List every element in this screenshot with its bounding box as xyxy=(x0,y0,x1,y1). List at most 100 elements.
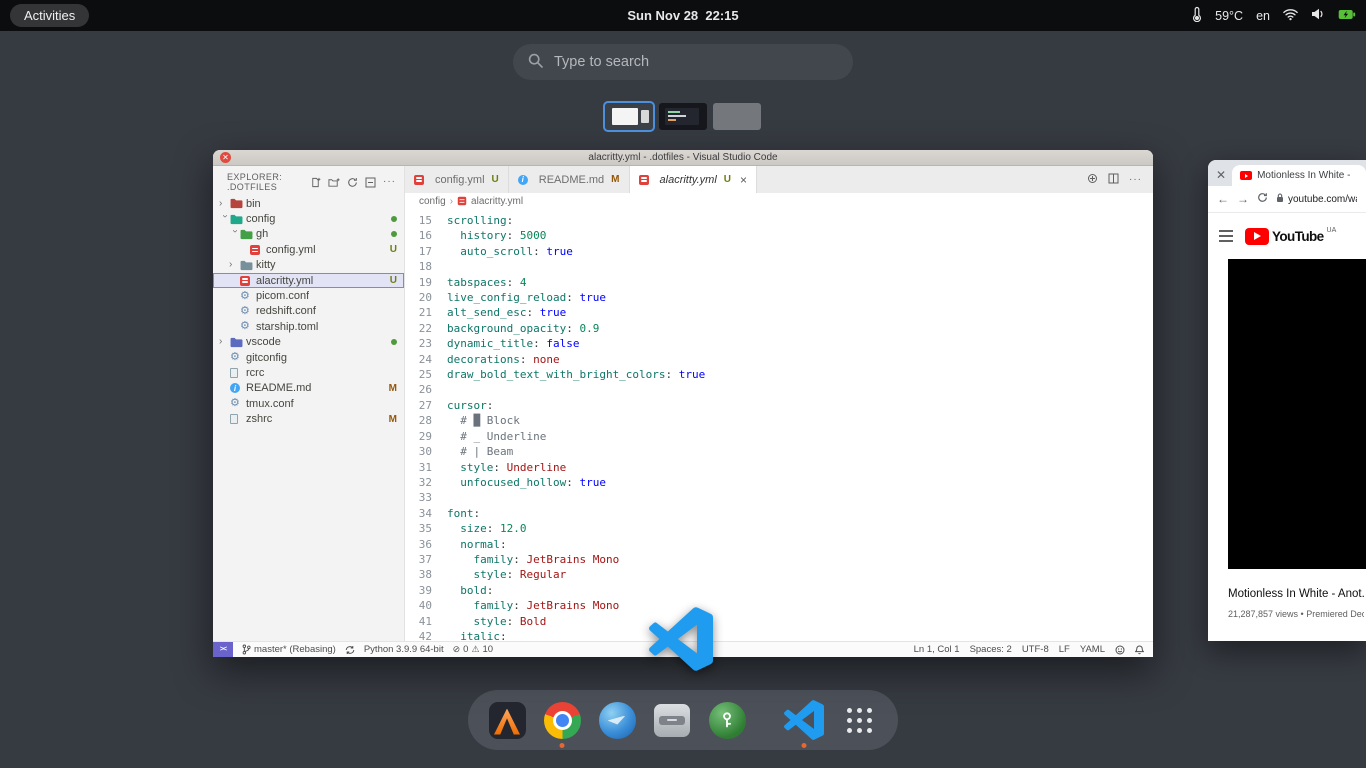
code-line[interactable]: 26 xyxy=(405,382,1153,397)
code-line[interactable]: 24decorations: none xyxy=(405,352,1153,367)
code-line[interactable]: 20live_config_reload: true xyxy=(405,290,1153,305)
new-file-icon[interactable] xyxy=(310,177,321,188)
reload-icon[interactable] xyxy=(1257,192,1268,206)
volume-icon[interactable] xyxy=(1311,8,1325,23)
address-bar[interactable]: youtube.com/wa... xyxy=(1276,193,1357,206)
code-line[interactable]: 25draw_bold_text_with_bright_colors: tru… xyxy=(405,367,1153,382)
tree-item-config.yml[interactable]: config.ymlU xyxy=(213,242,404,257)
breadcrumb[interactable]: config › alacritty.yml xyxy=(405,193,1153,209)
tree-item-kitty[interactable]: ›kitty xyxy=(213,258,404,273)
code-line[interactable]: 15scrolling: xyxy=(405,213,1153,228)
git-branch-status[interactable]: master* (Rebasing) xyxy=(242,644,336,655)
chrome-active-tab[interactable]: Motionless In White - xyxy=(1232,165,1366,186)
code-line[interactable]: 39 bold: xyxy=(405,583,1153,598)
code-line[interactable]: 27cursor: xyxy=(405,398,1153,413)
clock[interactable]: Sun Nov 28 22:15 xyxy=(627,8,738,23)
tab-alacritty.yml[interactable]: alacritty.ymlU× xyxy=(630,166,758,193)
new-folder-icon[interactable] xyxy=(328,177,340,188)
tree-item-rcrc[interactable]: rcrc xyxy=(213,365,404,380)
notifications-bell-icon[interactable] xyxy=(1135,645,1144,655)
tree-item-tmux.conf[interactable]: ⚙tmux.conf xyxy=(213,396,404,411)
feedback-smiley-icon[interactable] xyxy=(1115,645,1125,655)
vscode-window[interactable]: ✕ alacritty.yml - .dotfiles - Visual Stu… xyxy=(213,150,1153,657)
code-line[interactable]: 36 normal: xyxy=(405,537,1153,552)
code-line[interactable]: 22background_opacity: 0.9 xyxy=(405,321,1153,336)
tab-README.md[interactable]: iREADME.mdM xyxy=(509,166,630,193)
close-icon[interactable]: × xyxy=(740,174,747,186)
cursor-position-status[interactable]: Ln 1, Col 1 xyxy=(914,644,960,655)
editor-more-actions-icon[interactable]: ··· xyxy=(1129,177,1142,183)
menu-hamburger-icon[interactable] xyxy=(1219,230,1233,241)
tree-item-bin[interactable]: ›bin xyxy=(213,196,404,211)
breadcrumb-folder[interactable]: config xyxy=(419,196,446,207)
forward-icon[interactable]: → xyxy=(1237,192,1249,206)
refresh-icon[interactable] xyxy=(347,177,358,188)
tree-item-README.md[interactable]: iREADME.mdM xyxy=(213,381,404,396)
code-line[interactable]: 38 style: Regular xyxy=(405,567,1153,582)
tree-item-zshrc[interactable]: zshrcM xyxy=(213,411,404,426)
battery-charging-icon[interactable] xyxy=(1338,9,1356,23)
code-line[interactable]: 23dynamic_title: false xyxy=(405,336,1153,351)
indentation-status[interactable]: Spaces: 2 xyxy=(970,644,1012,655)
search-bar[interactable]: Type to search xyxy=(513,44,853,80)
code-area[interactable]: 15scrolling:16 history: 500017 auto_scro… xyxy=(405,209,1153,641)
code-line[interactable]: 30 # | Beam xyxy=(405,444,1153,459)
language-mode-status[interactable]: YAML xyxy=(1080,644,1105,655)
blue-round-app-icon[interactable] xyxy=(596,699,638,741)
workspace-thumbnail-3[interactable] xyxy=(713,103,761,130)
code-line[interactable]: 41 style: Bold xyxy=(405,614,1153,629)
code-line[interactable]: 21alt_send_esc: true xyxy=(405,305,1153,320)
code-line[interactable]: 31 style: Underline xyxy=(405,460,1153,475)
chrome-icon[interactable] xyxy=(541,699,583,741)
tree-item-redshift.conf[interactable]: ⚙redshift.conf xyxy=(213,304,404,319)
code-line[interactable]: 42 italic: xyxy=(405,629,1153,641)
code-line[interactable]: 37 family: JetBrains Mono xyxy=(405,552,1153,567)
tab-config.yml[interactable]: config.ymlU xyxy=(405,166,509,193)
keyboard-layout-indicator[interactable]: en xyxy=(1256,9,1270,23)
breadcrumb-file[interactable]: alacritty.yml xyxy=(471,196,523,207)
code-line[interactable]: 33 xyxy=(405,490,1153,505)
vscode-titlebar[interactable]: ✕ alacritty.yml - .dotfiles - Visual Stu… xyxy=(213,150,1153,166)
wifi-icon[interactable] xyxy=(1283,8,1298,24)
youtube-logo[interactable]: YouTube UA xyxy=(1245,228,1336,245)
split-editor-icon[interactable] xyxy=(1108,171,1119,189)
tree-item-starship.toml[interactable]: ⚙starship.toml xyxy=(213,319,404,334)
sync-icon[interactable] xyxy=(345,645,355,655)
video-player[interactable] xyxy=(1228,259,1366,569)
encoding-status[interactable]: UTF-8 xyxy=(1022,644,1049,655)
code-line[interactable]: 28 # █ Block xyxy=(405,413,1153,428)
problems-status[interactable]: ⊘ 0 ⚠ 10 xyxy=(453,644,494,655)
code-line[interactable]: 34font: xyxy=(405,506,1153,521)
keepassxc-icon[interactable] xyxy=(706,699,748,741)
show-applications-icon[interactable] xyxy=(838,699,880,741)
chrome-window[interactable]: ✕ Motionless In White - ← → youtube.com/… xyxy=(1208,160,1366,641)
back-icon[interactable]: ← xyxy=(1217,192,1229,206)
code-line[interactable]: 19tabspaces: 4 xyxy=(405,275,1153,290)
eol-status[interactable]: LF xyxy=(1059,644,1070,655)
code-line[interactable]: 32 unfocused_hollow: true xyxy=(405,475,1153,490)
alacritty-icon[interactable] xyxy=(486,699,528,741)
code-line[interactable]: 16 history: 5000 xyxy=(405,228,1153,243)
tree-item-gh[interactable]: ›gh xyxy=(213,227,404,242)
files-app-icon[interactable] xyxy=(651,699,693,741)
workspace-thumbnail-2[interactable] xyxy=(659,103,707,130)
tree-item-picom.conf[interactable]: ⚙picom.conf xyxy=(213,288,404,303)
tree-item-gitconfig[interactable]: ⚙gitconfig xyxy=(213,350,404,365)
open-changes-icon[interactable] xyxy=(1087,171,1098,189)
activities-button[interactable]: Activities xyxy=(10,4,89,27)
code-line[interactable]: 29 # _ Underline xyxy=(405,429,1153,444)
tree-item-vscode[interactable]: ›vscode xyxy=(213,335,404,350)
tab-close-icon[interactable]: ✕ xyxy=(1213,168,1232,186)
python-interpreter-status[interactable]: Python 3.9.9 64-bit xyxy=(364,644,444,655)
code-line[interactable]: 18 xyxy=(405,259,1153,274)
vscode-icon[interactable] xyxy=(783,699,825,741)
remote-indicator[interactable]: >< xyxy=(213,642,233,657)
tree-item-alacritty.yml[interactable]: alacritty.ymlU xyxy=(213,273,404,288)
collapse-folders-icon[interactable] xyxy=(365,177,376,188)
code-line[interactable]: 35 size: 12.0 xyxy=(405,521,1153,536)
workspace-thumbnail-1[interactable] xyxy=(605,103,653,130)
tree-item-config[interactable]: ›config xyxy=(213,211,404,226)
window-close-button[interactable]: ✕ xyxy=(220,152,231,163)
code-line[interactable]: 17 auto_scroll: true xyxy=(405,244,1153,259)
more-actions-icon[interactable]: ··· xyxy=(383,179,396,185)
